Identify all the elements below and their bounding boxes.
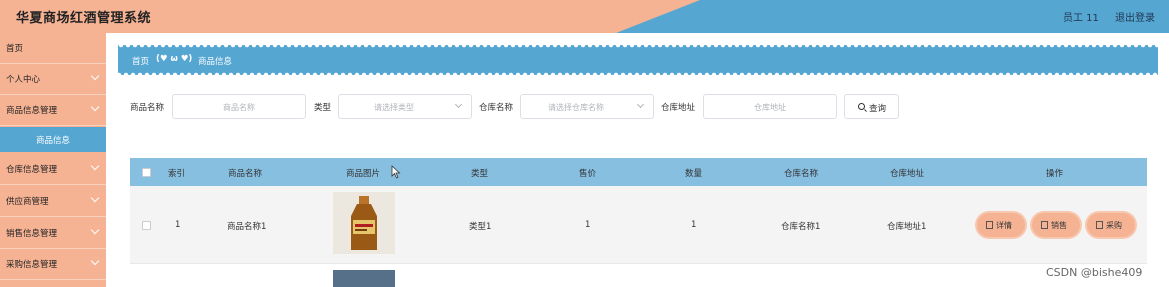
document-icon: [986, 221, 993, 229]
column-header: 商品名称: [228, 169, 263, 179]
search-button[interactable]: 查询: [844, 94, 899, 119]
breadcrumb: 首页 (♥ ω ♥) 商品信息: [118, 45, 1158, 75]
sidebar-item-purchase-management[interactable]: 采购信息管理: [0, 249, 106, 280]
row-checkbox[interactable]: [142, 221, 151, 230]
sidebar-item-home[interactable]: 首页: [0, 33, 106, 64]
detail-button-label: 详情: [996, 221, 1012, 230]
product-name-label: 商品名称: [130, 103, 165, 113]
chevron-down-icon: [90, 193, 100, 203]
cell-type: 类型1: [469, 222, 492, 232]
chevron-down-icon: [90, 225, 100, 235]
user-label: 员工 11: [1063, 13, 1099, 24]
breadcrumb-home[interactable]: 首页: [132, 55, 149, 67]
cell-warehouse-name: 仓库名称1: [781, 222, 821, 232]
cell-product-name: 商品名称1: [227, 222, 267, 232]
column-header: 类型: [471, 169, 489, 179]
warehouse-address-label: 仓库地址: [661, 103, 696, 113]
breadcrumb-separator: (♥ ω ♥): [156, 54, 193, 64]
breadcrumb-current: 商品信息: [198, 57, 233, 67]
warehouse-address-input[interactable]: 仓库地址: [703, 94, 837, 119]
scalloped-border: [118, 45, 1158, 49]
placeholder: 仓库地址: [754, 103, 786, 112]
select-all-checkbox[interactable]: [142, 168, 151, 177]
column-header: 索引: [168, 169, 186, 179]
cell-index: 1: [175, 220, 181, 230]
product-image: [333, 270, 395, 287]
sell-button-label: 销售: [1051, 221, 1067, 230]
column-header: 商品图片: [346, 169, 381, 179]
chevron-down-icon: [636, 100, 645, 109]
mouse-cursor-icon: [391, 165, 401, 179]
purchase-button[interactable]: 采购: [1087, 213, 1135, 237]
document-icon: [1096, 221, 1103, 229]
document-icon: [1041, 221, 1048, 229]
chevron-down-icon: [90, 71, 100, 81]
sidebar-subitem-product-info[interactable]: 商品信息: [0, 127, 106, 152]
sidebar: 首页 个人中心 商品信息管理 商品信息 仓库信息管理 供应商管理 销售信息管理 …: [0, 33, 106, 287]
search-icon: [858, 103, 865, 110]
chevron-down-icon: [90, 256, 100, 266]
sidebar-item-label: 采购信息管理: [6, 260, 58, 270]
purchase-button-label: 采购: [1106, 221, 1122, 230]
chevron-down-icon: [454, 100, 463, 109]
sidebar-item-label: 首页: [6, 44, 24, 54]
sidebar-subitem-label: 商品信息: [35, 136, 70, 146]
logout-link[interactable]: 退出登录: [1115, 9, 1155, 24]
table-row: 1 商品名称1 类型1 1 1 仓库名称1 仓库地址1 详情 销售 采购: [130, 186, 1147, 264]
sidebar-item-personal-center[interactable]: 个人中心: [0, 64, 106, 95]
placeholder: 请选择仓库名称: [548, 103, 604, 112]
column-header: 售价: [579, 169, 597, 179]
sidebar-item-label: 销售信息管理: [6, 229, 58, 239]
column-header: 数量: [685, 169, 703, 179]
sidebar-item-label: 供应商管理: [6, 197, 49, 207]
placeholder: 商品名称: [223, 103, 255, 112]
cell-price: 1: [585, 220, 591, 230]
product-image: [333, 192, 395, 254]
sidebar-item-label: 个人中心: [6, 75, 41, 85]
type-select[interactable]: 请选择类型: [338, 94, 472, 119]
detail-button[interactable]: 详情: [977, 213, 1025, 237]
column-header: 仓库地址: [890, 169, 925, 179]
sidebar-item-label: 仓库信息管理: [6, 165, 58, 175]
warehouse-select[interactable]: 请选择仓库名称: [520, 94, 654, 119]
placeholder: 请选择类型: [374, 103, 414, 112]
sidebar-item-sales-management[interactable]: 销售信息管理: [0, 218, 106, 249]
sidebar-item-product-management[interactable]: 商品信息管理: [0, 95, 106, 126]
column-header: 仓库名称: [784, 169, 819, 179]
sell-button[interactable]: 销售: [1032, 213, 1080, 237]
cell-quantity: 1: [691, 220, 697, 230]
type-label: 类型: [314, 103, 332, 113]
app-title: 华夏商场红酒管理系统: [16, 11, 152, 26]
wine-bottle-image: [333, 192, 395, 254]
column-header: 操作: [1046, 169, 1064, 179]
scalloped-border: [118, 71, 1158, 75]
chevron-down-icon: [90, 102, 100, 112]
cell-warehouse-address: 仓库地址1: [887, 222, 927, 232]
product-name-input[interactable]: 商品名称: [172, 94, 306, 119]
watermark: CSDN @bishe409: [1046, 266, 1143, 279]
sidebar-item-label: 商品信息管理: [6, 106, 58, 116]
sidebar-item-warehouse-management[interactable]: 仓库信息管理: [0, 154, 106, 185]
table-header: 索引 商品名称 商品图片 类型 售价 数量 仓库名称 仓库地址 操作: [130, 158, 1147, 186]
top-header: 华夏商场红酒管理系统 员工 11 退出登录: [0, 0, 1169, 33]
chevron-down-icon: [90, 161, 100, 171]
sidebar-item-supplier-management[interactable]: 供应商管理: [0, 186, 106, 217]
search-button-label: 查询: [869, 104, 887, 114]
warehouse-name-label: 仓库名称: [479, 103, 514, 113]
